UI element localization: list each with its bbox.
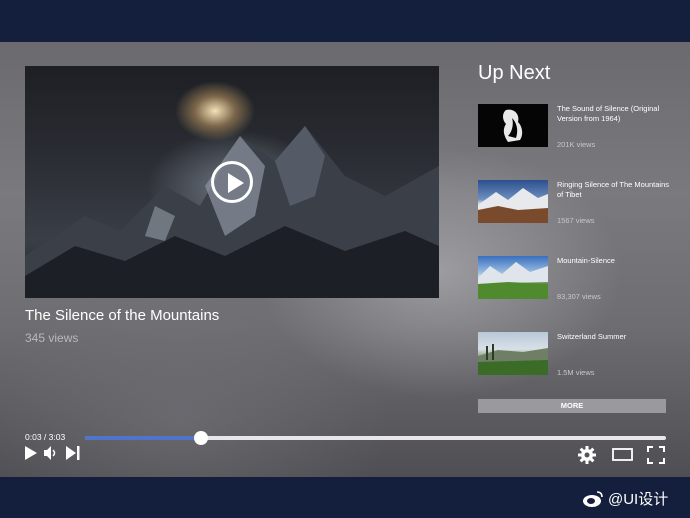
- top-bar: [0, 0, 690, 42]
- weibo-icon: [583, 490, 603, 507]
- more-button[interactable]: MORE: [478, 399, 666, 413]
- watermark-text: @UI设计: [608, 491, 669, 508]
- up-next-item-views: 1.5M views: [557, 368, 595, 377]
- time-display: 0:03 / 3:03: [25, 432, 66, 442]
- thumbnail-3: [478, 256, 548, 299]
- fullscreen-icon[interactable]: [647, 446, 665, 464]
- video-title: The Silence of the Mountains: [25, 307, 220, 324]
- bottom-bar: @UI设计: [0, 477, 690, 518]
- video-view-count: 345 views: [25, 331, 79, 345]
- thumbnail-2: [478, 180, 548, 223]
- theater-mode-icon[interactable]: [612, 446, 633, 464]
- seek-handle[interactable]: [194, 431, 209, 445]
- thumbnail-4: [478, 332, 548, 375]
- seek-bar[interactable]: [85, 431, 666, 445]
- up-next-item-1[interactable]: The Sound of Silence (Original Version f…: [478, 104, 668, 164]
- watermark: @UI设计: [582, 488, 668, 509]
- up-next-item-title: The Sound of Silence (Original Version f…: [557, 104, 660, 123]
- volume-icon[interactable]: [44, 446, 58, 464]
- up-next-item-views: 1567 views: [557, 216, 595, 225]
- thumbnail-1: [478, 104, 548, 147]
- up-next-item-4[interactable]: Switzerland Summer 1.5M views: [478, 332, 668, 392]
- up-next-item-title: Switzerland Summer: [557, 332, 627, 341]
- up-next-item-views: 83,307 views: [557, 292, 601, 301]
- play-icon[interactable]: [25, 446, 37, 464]
- up-next-item-title: Mountain-Silence: [557, 256, 615, 265]
- play-overlay-button[interactable]: [211, 161, 253, 203]
- settings-gear-icon[interactable]: [578, 446, 596, 464]
- video-frame[interactable]: [25, 66, 439, 298]
- up-next-item-views: 201K views: [557, 140, 596, 149]
- video-player-stage: The Silence of the Mountains 345 views U…: [0, 42, 690, 477]
- up-next-item-3[interactable]: Mountain-Silence 83,307 views: [478, 256, 668, 316]
- up-next-item-title: Ringing Silence of The Mountains of Tibe…: [557, 180, 670, 199]
- up-next-heading: Up Next: [478, 62, 551, 84]
- seek-bar-progress: [85, 436, 202, 440]
- up-next-item-2[interactable]: Ringing Silence of The Mountains of Tibe…: [478, 180, 670, 240]
- skip-next-icon[interactable]: [66, 446, 80, 464]
